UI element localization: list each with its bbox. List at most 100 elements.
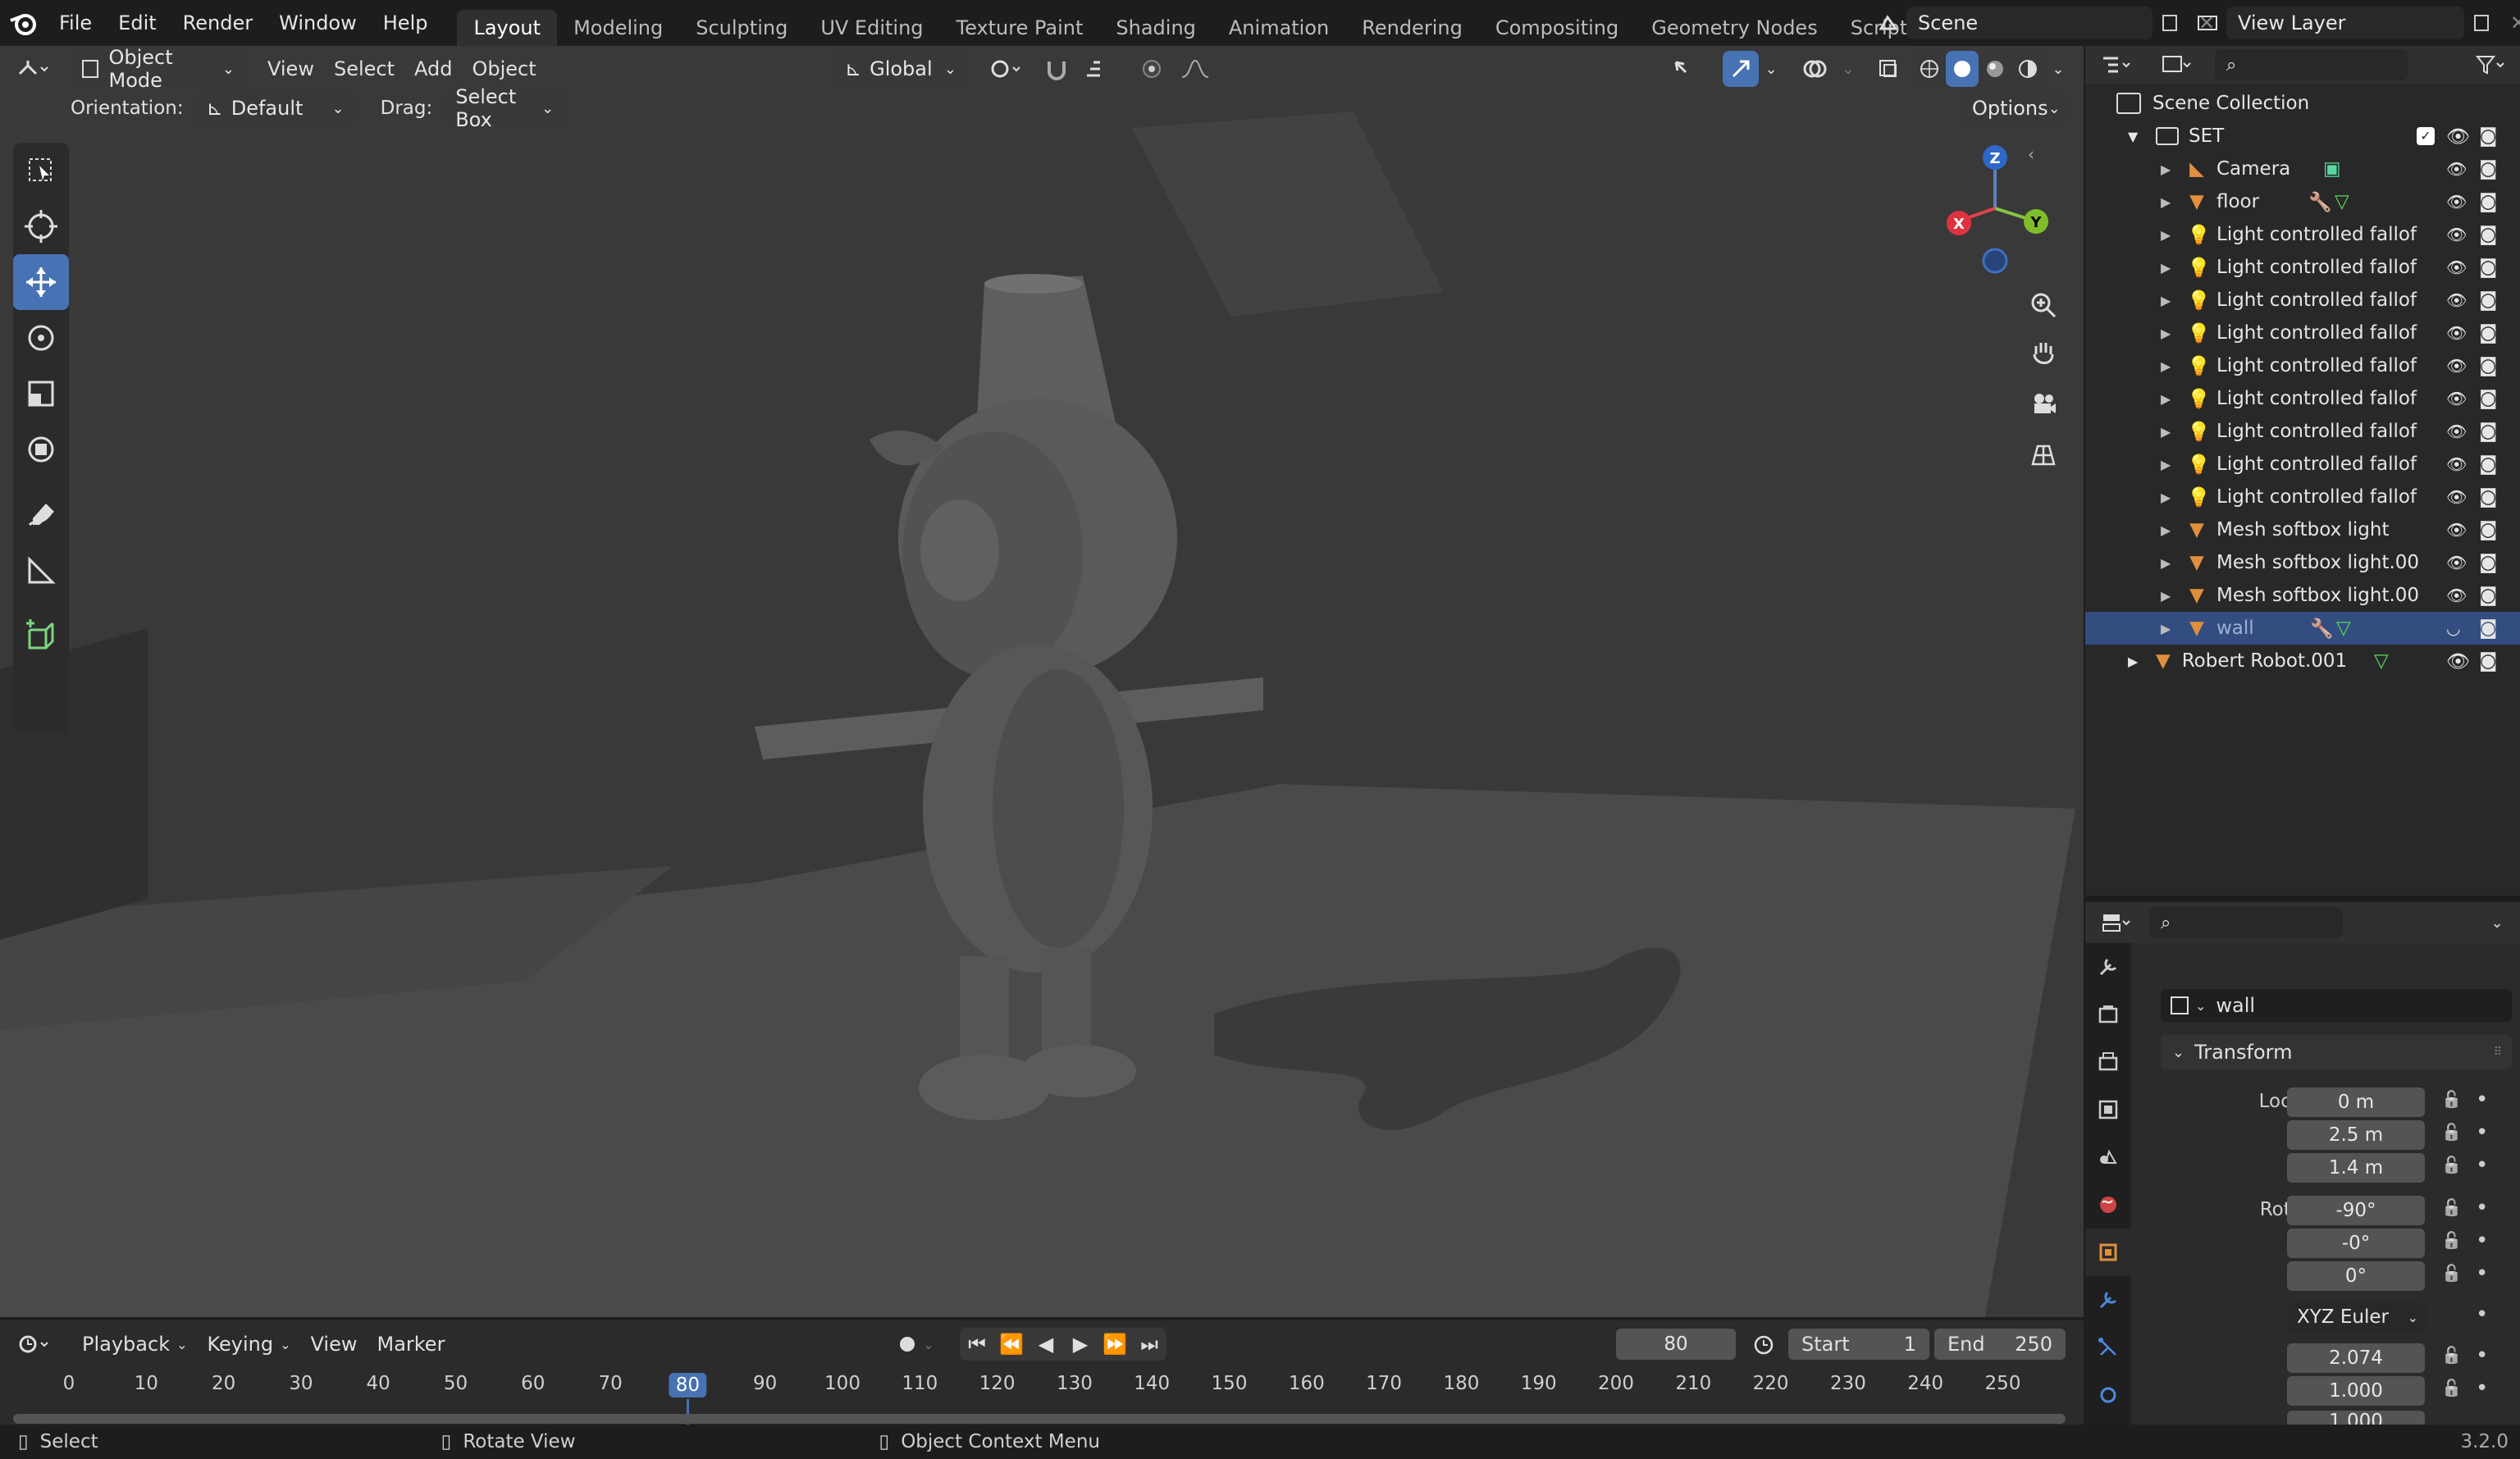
render-camera-icon[interactable]: ◙ bbox=[2479, 322, 2497, 344]
outliner-row[interactable]: ▶ ▼ wall 🔧 ▽ ◡ ◙ bbox=[2085, 612, 2520, 645]
visibility-eye-icon[interactable]: 👁 bbox=[2446, 125, 2470, 148]
expand-arrow-icon[interactable]: ▶ bbox=[2161, 260, 2180, 276]
expand-arrow-icon[interactable]: ▶ bbox=[2161, 227, 2180, 243]
outliner-row[interactable]: ▶ ▼ floor 🔧 ▽ 👁 ◙ bbox=[2085, 185, 2520, 218]
move-tool[interactable] bbox=[13, 254, 69, 310]
collapse-sidebar-icon[interactable]: ‹ bbox=[2028, 144, 2034, 164]
scene-collection-row[interactable]: Scene Collection bbox=[2085, 87, 2520, 120]
visibility-eye-icon[interactable]: 👁 bbox=[2446, 650, 2470, 673]
outliner-row-robert-robot[interactable]: ▶ ▼ Robert Robot.001 ▽ 👁 ◙ bbox=[2085, 645, 2520, 677]
xray-icon[interactable] bbox=[1870, 51, 1906, 87]
render-camera-icon[interactable]: ◙ bbox=[2479, 191, 2497, 212]
pivot-point-icon[interactable] bbox=[979, 51, 1030, 87]
editor-type-icon[interactable] bbox=[8, 51, 57, 87]
chevron-down-icon[interactable]: ⌄ bbox=[1759, 51, 1783, 87]
expand-arrow-icon[interactable]: ▶ bbox=[2161, 358, 2180, 374]
timeline-scrollbar[interactable] bbox=[13, 1414, 2066, 1424]
menu-add[interactable]: Add bbox=[404, 51, 462, 87]
lock-icon[interactable]: 🔓 bbox=[2441, 1263, 2462, 1283]
rotate-tool[interactable] bbox=[13, 310, 69, 366]
render-camera-icon[interactable]: ◙ bbox=[2479, 552, 2497, 573]
outliner-row[interactable]: ▶ 💡 Light controlled fallof 👁 ◙ bbox=[2085, 448, 2520, 481]
new-scene-icon[interactable] bbox=[2152, 5, 2189, 41]
expand-arrow-icon[interactable]: ▶ bbox=[2161, 621, 2180, 636]
jump-start-icon[interactable]: ⏮ bbox=[960, 1328, 994, 1361]
menu-marker[interactable]: Marker bbox=[367, 1326, 454, 1362]
options-dropdown[interactable]: Options ⌄ bbox=[1961, 92, 2067, 125]
outliner-row[interactable]: ▶ 💡 Light controlled fallof 👁 ◙ bbox=[2085, 251, 2520, 284]
outliner-row[interactable]: ▶ 💡 Light controlled fallof 👁 ◙ bbox=[2085, 317, 2520, 349]
lock-icon[interactable]: 🔓 bbox=[2441, 1345, 2462, 1365]
scale-y-field[interactable]: 1.000 bbox=[2287, 1376, 2425, 1406]
select-box-tool[interactable] bbox=[13, 143, 69, 198]
rotation-x-field[interactable]: -90° bbox=[2287, 1196, 2425, 1225]
keyframe-dot-icon[interactable]: • bbox=[2476, 1120, 2488, 1145]
outliner-row[interactable]: ▶ ◣ Camera ▣ 👁 ◙ bbox=[2085, 153, 2520, 185]
expand-arrow-icon[interactable]: ▶ bbox=[2161, 424, 2180, 440]
collection-row-set[interactable]: ▼ SET ✓ 👁 ◙ bbox=[2085, 120, 2520, 153]
wireframe-shading-icon[interactable] bbox=[1913, 51, 1946, 87]
transform-orientation-dropdown[interactable]: ⊾ Global ⌄ bbox=[833, 52, 968, 85]
mesh-data-icon[interactable]: ▽ bbox=[2336, 618, 2351, 639]
rendered-shading-icon[interactable] bbox=[2011, 51, 2044, 87]
material-shading-icon[interactable] bbox=[1979, 51, 2011, 87]
render-camera-icon[interactable]: ◙ bbox=[2479, 618, 2497, 639]
tab-texture-paint[interactable]: Texture Paint bbox=[940, 10, 1100, 46]
outliner-row[interactable]: ▶ 💡 Light controlled fallof 👁 ◙ bbox=[2085, 382, 2520, 415]
modifier-icon[interactable]: 🔧 bbox=[2310, 618, 2334, 640]
outliner-row[interactable]: ▶ ▼ Mesh softbox light 👁 ◙ bbox=[2085, 513, 2520, 546]
tab-compositing[interactable]: Compositing bbox=[1479, 10, 1635, 46]
chevron-down-icon[interactable]: ⌄ bbox=[2046, 51, 2070, 87]
filter-icon[interactable] bbox=[2466, 47, 2515, 83]
outliner-row[interactable]: ▶ 💡 Light controlled fallof 👁 ◙ bbox=[2085, 284, 2520, 317]
expand-arrow-icon[interactable]: ▼ bbox=[2128, 129, 2148, 144]
scale-x-field[interactable]: 2.074 bbox=[2287, 1343, 2425, 1373]
visibility-eye-icon[interactable]: 👁 bbox=[2446, 225, 2467, 244]
tab-modeling[interactable]: Modeling bbox=[557, 10, 679, 46]
mesh-data-icon[interactable]: ▽ bbox=[2335, 191, 2349, 212]
visibility-eye-icon[interactable]: 👁 bbox=[2446, 586, 2467, 605]
render-camera-icon[interactable]: ◙ bbox=[2479, 421, 2497, 442]
camera-view-icon[interactable] bbox=[2023, 379, 2064, 430]
outliner-row[interactable]: ▶ 💡 Light controlled fallof 👁 ◙ bbox=[2085, 218, 2520, 251]
menu-help[interactable]: Help bbox=[370, 0, 441, 46]
render-camera-icon[interactable]: ◙ bbox=[2479, 355, 2497, 376]
rotation-mode-dropdown[interactable]: XYZ Euler ⌄ bbox=[2287, 1302, 2426, 1332]
rotation-y-field[interactable]: -0° bbox=[2287, 1229, 2425, 1258]
lock-icon[interactable]: 🔓 bbox=[2441, 1230, 2462, 1250]
blender-logo-icon[interactable] bbox=[0, 0, 46, 46]
play-icon[interactable]: ▶ bbox=[1063, 1328, 1098, 1361]
tab-sculpting[interactable]: Sculpting bbox=[679, 10, 804, 46]
expand-arrow-icon[interactable]: ▶ bbox=[2161, 490, 2180, 505]
keyframe-dot-icon[interactable]: • bbox=[2476, 1302, 2488, 1327]
expand-arrow-icon[interactable]: ▶ bbox=[2161, 522, 2180, 538]
menu-playback[interactable]: Playback ⌄ bbox=[72, 1326, 198, 1362]
lock-icon[interactable]: 🔓 bbox=[2441, 1089, 2462, 1109]
gizmo-neg-z-axis[interactable] bbox=[1982, 248, 2008, 274]
menu-timeline-view[interactable]: View bbox=[301, 1326, 368, 1362]
expand-arrow-icon[interactable]: ▶ bbox=[2161, 588, 2180, 604]
outliner-editor-type-icon[interactable] bbox=[2092, 47, 2141, 83]
menu-file[interactable]: File bbox=[46, 0, 105, 46]
expand-arrow-icon[interactable]: ▶ bbox=[2161, 326, 2180, 341]
render-camera-icon[interactable]: ◙ bbox=[2479, 224, 2497, 245]
solid-shading-icon[interactable] bbox=[1946, 51, 1979, 87]
expand-arrow-icon[interactable]: ▶ bbox=[2128, 654, 2148, 669]
visibility-eye-icon[interactable]: 👁 bbox=[2446, 258, 2467, 277]
transform-panel-header[interactable]: ⌄ Transform ⠿ bbox=[2161, 1035, 2512, 1069]
expand-arrow-icon[interactable]: ▶ bbox=[2161, 162, 2180, 177]
visibility-eye-icon[interactable]: 👁 bbox=[2446, 520, 2467, 540]
jump-keyframe-forward-icon[interactable]: ⏩ bbox=[1098, 1328, 1132, 1361]
expand-arrow-icon[interactable]: ▶ bbox=[2161, 391, 2180, 407]
render-camera-icon[interactable]: ◙ bbox=[2479, 486, 2497, 508]
end-frame-field[interactable]: End 250 bbox=[1934, 1329, 2066, 1360]
camera-data-icon[interactable]: ▣ bbox=[2323, 158, 2341, 180]
lock-icon[interactable]: 🔓 bbox=[2441, 1122, 2462, 1142]
display-mode-icon[interactable] bbox=[2152, 47, 2202, 83]
render-camera-icon[interactable]: ◙ bbox=[2479, 585, 2497, 606]
hidden-eye-icon[interactable]: ◡ bbox=[2446, 618, 2460, 638]
keyframe-dot-icon[interactable]: • bbox=[2476, 1229, 2488, 1253]
location-y-field[interactable]: 2.5 m bbox=[2287, 1120, 2425, 1150]
physics-tab-icon[interactable] bbox=[2085, 1371, 2131, 1419]
visibility-eye-icon[interactable]: 👁 bbox=[2446, 553, 2467, 572]
